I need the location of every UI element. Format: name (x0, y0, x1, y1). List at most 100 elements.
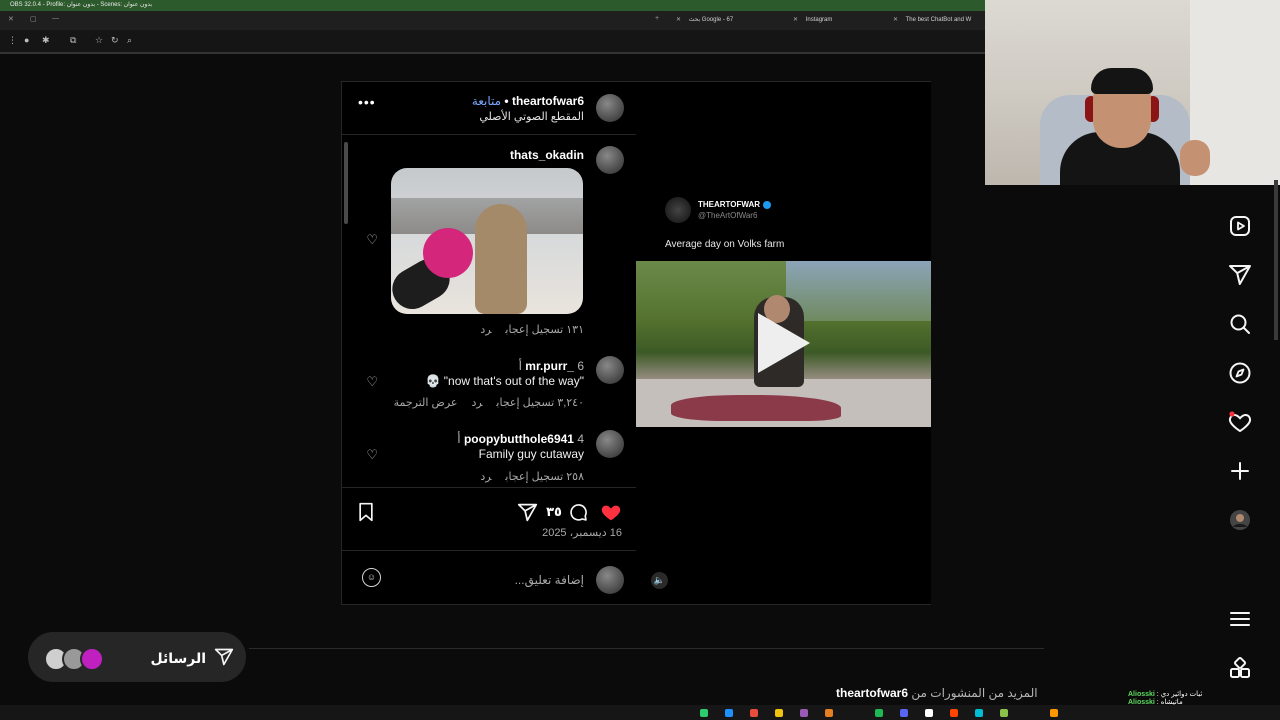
webcam-overlay (985, 0, 1280, 185)
post-date: 16 ديسمبر، 2025 (542, 527, 622, 539)
comment-likes[interactable]: ٢٥٨ تسجيل إعجاب (505, 471, 584, 483)
audio-label[interactable]: المقطع الصوتي الأصلي (479, 110, 584, 123)
tab-label: The best ChatBot and W (905, 17, 972, 23)
comment-icon[interactable] (568, 502, 588, 522)
image-deer (475, 204, 527, 314)
new-tab-icon[interactable]: + (655, 15, 659, 22)
taskbar-app-icon[interactable] (825, 709, 833, 717)
comment-avatar[interactable] (596, 356, 624, 384)
verified-icon (763, 200, 772, 209)
notifications-heart-icon[interactable] (1228, 410, 1252, 434)
browser-tab-strip: ✕ ▢ — + ✕ بحث Google - 67 ✕ Instagram ✕ … (0, 11, 985, 30)
comment-username[interactable]: thats_okadin (510, 148, 584, 162)
comment-like-icon[interactable]: ♡ (364, 232, 378, 247)
star-icon[interactable]: ☆ (95, 35, 103, 46)
translate-button[interactable]: عرض الترجمة (394, 397, 458, 409)
taskbar-app-icon[interactable] (700, 709, 708, 717)
also-from-meta-icon[interactable] (1228, 656, 1252, 680)
menu-hamburger-icon[interactable] (1228, 607, 1252, 631)
follow-button[interactable]: متابعة (472, 94, 501, 108)
video-frame[interactable] (636, 261, 931, 427)
mute-icon[interactable]: 🔈 (651, 572, 668, 589)
search-icon[interactable] (1228, 312, 1252, 336)
nav-rail (1215, 185, 1265, 705)
comment-text: "now that's out of the way" 💀 (425, 374, 584, 388)
taskbar-app-icon[interactable] (775, 709, 783, 717)
reload-icon[interactable]: ↻ (111, 35, 119, 46)
explore-compass-icon[interactable] (1228, 361, 1252, 385)
reply-button[interactable]: رد (480, 471, 491, 483)
post-modal: THEARTOFWAR @TheArtOfWar6 Average day on… (341, 81, 931, 605)
create-plus-icon[interactable] (1228, 459, 1252, 483)
extensions-icon[interactable]: ✱ (42, 35, 50, 46)
comment-username[interactable]: poopybutthole6941 4 أ (451, 432, 584, 446)
close-tab-icon[interactable]: ✕ (893, 17, 898, 23)
comment-avatar[interactable] (596, 430, 624, 458)
comment-likes[interactable]: ١٣١ تسجيل إعجاب (505, 324, 584, 336)
direct-send-icon[interactable] (1228, 263, 1252, 287)
author-avatar[interactable] (596, 94, 624, 122)
divider (342, 487, 636, 488)
comment-count: ٣٥ (546, 504, 562, 519)
tab-chatbot[interactable]: ✕ The best ChatBot and W (885, 11, 1001, 30)
messages-button[interactable]: الرسائل (28, 632, 246, 682)
more-posts-user[interactable]: theartofwar6 (836, 686, 908, 700)
tweet-handle: @TheArtOfWar6 (698, 211, 758, 220)
image-microphone (423, 228, 473, 278)
comment-likes[interactable]: ٣,٢٤٠ تسجيل إعجاب (496, 397, 584, 409)
profile-avatar-icon[interactable] (1228, 508, 1252, 532)
taskbar-app-icon[interactable] (800, 709, 808, 717)
emoji-icon[interactable]: ☺ (362, 568, 381, 587)
close-window-icon[interactable]: ✕ (8, 15, 14, 23)
taskbar-app-icon[interactable] (950, 709, 958, 717)
close-tab-icon[interactable]: ✕ (676, 17, 681, 23)
taskbar-app-icon[interactable] (1050, 709, 1058, 717)
search-icon[interactable]: ⌕ (127, 35, 132, 46)
tab-instagram[interactable]: ✕ Instagram (785, 11, 901, 30)
page-scrollbar[interactable] (1274, 180, 1278, 340)
comment-image[interactable] (391, 168, 583, 314)
comment-username[interactable]: mr.purr_ 6 أ (513, 359, 584, 373)
direct-send-icon (214, 648, 234, 666)
post-author[interactable]: theartofwar6 • متابعة (472, 94, 584, 108)
profile-icon[interactable]: ● (24, 35, 29, 45)
taskbar-app-icon[interactable] (1000, 709, 1008, 717)
comment-like-icon[interactable]: ♡ (364, 447, 378, 462)
minimize-window-icon[interactable]: — (52, 15, 59, 22)
message-avatar (80, 647, 104, 671)
comment-like-icon[interactable]: ♡ (364, 374, 378, 389)
tweet-text: Average day on Volks farm (665, 239, 785, 250)
window-title: OBS 32.0.4 - Profile: بدون عنوان - Scene… (10, 2, 153, 8)
taskbar-app-icon[interactable] (725, 709, 733, 717)
taskbar-app-icon[interactable] (875, 709, 883, 717)
browser-toolbar: ⋮ ● ✱ ⧉ ☆ ↻ ⌕ (0, 30, 985, 54)
post-media[interactable]: THEARTOFWAR @TheArtOfWar6 Average day on… (636, 82, 931, 604)
copy-icon[interactable]: ⧉ (70, 35, 76, 46)
divider (342, 550, 636, 551)
save-bookmark-icon[interactable] (356, 501, 376, 523)
reply-button[interactable]: رد (471, 397, 482, 409)
close-tab-icon[interactable]: ✕ (793, 17, 798, 23)
add-comment-input[interactable]: إضافة تعليق... (515, 573, 584, 587)
taskbar-app-icon[interactable] (900, 709, 908, 717)
play-icon[interactable] (758, 313, 810, 373)
share-icon[interactable] (517, 502, 538, 523)
post-header: theartofwar6 • متابعة المقطع الصوتي الأص… (342, 82, 636, 135)
menu-dots-icon[interactable]: ⋮ (8, 35, 17, 46)
reply-button[interactable]: رد (480, 324, 491, 336)
tab-google[interactable]: ✕ بحث Google - 67 (668, 11, 796, 30)
reels-icon[interactable] (1228, 214, 1252, 238)
like-heart-icon[interactable] (600, 501, 622, 523)
taskbar-app-icon[interactable] (975, 709, 983, 717)
tweet-avatar (665, 197, 691, 223)
taskbar-app-icon[interactable] (925, 709, 933, 717)
chat-line: Aliosski : ثبات دوائير دي (1128, 691, 1203, 698)
divider (249, 648, 1044, 649)
comment-avatar[interactable] (596, 146, 624, 174)
restore-window-icon[interactable]: ▢ (30, 15, 37, 23)
taskbar-app-icon[interactable] (750, 709, 758, 717)
more-options-icon[interactable]: ••• (358, 94, 376, 110)
comment-meta: ٣,٢٤٠ تسجيل إعجاب رد عرض الترجمة (380, 396, 584, 409)
comments-scrollbar[interactable] (344, 142, 348, 224)
taskbar (0, 705, 1280, 720)
